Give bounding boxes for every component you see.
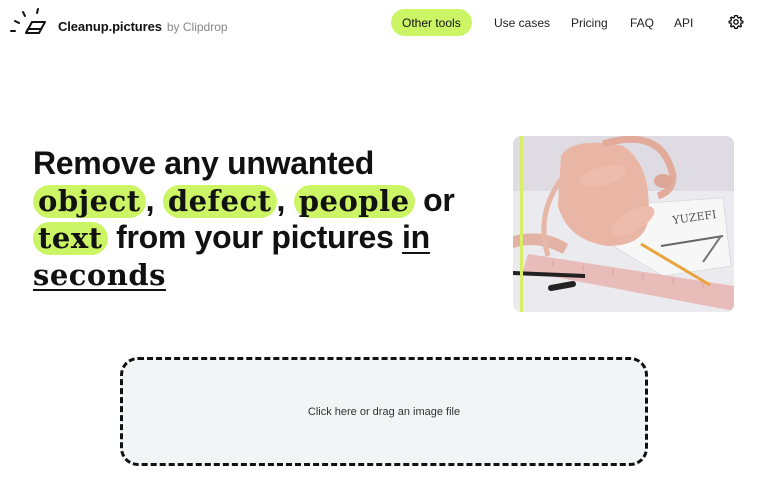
brand-by-clipdrop[interactable]: by Clipdrop: [167, 20, 228, 34]
hero-example-image[interactable]: YUZEFI: [513, 136, 734, 312]
eraser-icon: [10, 8, 46, 34]
brand-name: Cleanup.pictures: [58, 19, 162, 34]
gear-icon[interactable]: [728, 14, 744, 30]
nav-faq[interactable]: FAQ: [630, 16, 654, 30]
nav-api[interactable]: API: [674, 16, 693, 30]
hero-headline: Remove any unwanted object, defect, peop…: [33, 145, 503, 294]
highlight-object: object: [33, 185, 146, 218]
comma: ,: [276, 182, 286, 218]
dropzone-label: Click here or drag an image file: [307, 405, 461, 418]
header: Cleanup.pictures by Clipdrop Other tools…: [0, 0, 768, 46]
word-seconds: seconds: [33, 258, 166, 292]
comparison-slider-handle[interactable]: [520, 136, 523, 312]
logo[interactable]: [8, 7, 48, 39]
headline-line-4: seconds: [33, 256, 503, 294]
word-or: or: [423, 182, 455, 218]
headline-line-3: text from your pictures in: [33, 219, 503, 256]
highlight-people: people: [293, 185, 415, 218]
image-upload-dropzone[interactable]: Click here or drag an image file: [120, 357, 648, 466]
top-nav: Other tools: [391, 9, 472, 36]
brand[interactable]: Cleanup.pictures by Clipdrop: [58, 19, 228, 34]
highlight-text: text: [33, 222, 108, 255]
nav-use-cases[interactable]: Use cases: [494, 16, 550, 30]
nav-pricing[interactable]: Pricing: [571, 16, 608, 30]
headline-line-2: object, defect, people or: [33, 182, 503, 219]
highlight-defect: defect: [162, 185, 277, 218]
handbag-illustration: YUZEFI: [513, 136, 734, 312]
other-tools-button[interactable]: Other tools: [391, 9, 472, 36]
from-your-pictures: from your pictures: [116, 219, 394, 255]
headline-line-1: Remove any unwanted: [33, 145, 375, 181]
word-in: in: [402, 219, 430, 255]
comma: ,: [145, 182, 155, 218]
